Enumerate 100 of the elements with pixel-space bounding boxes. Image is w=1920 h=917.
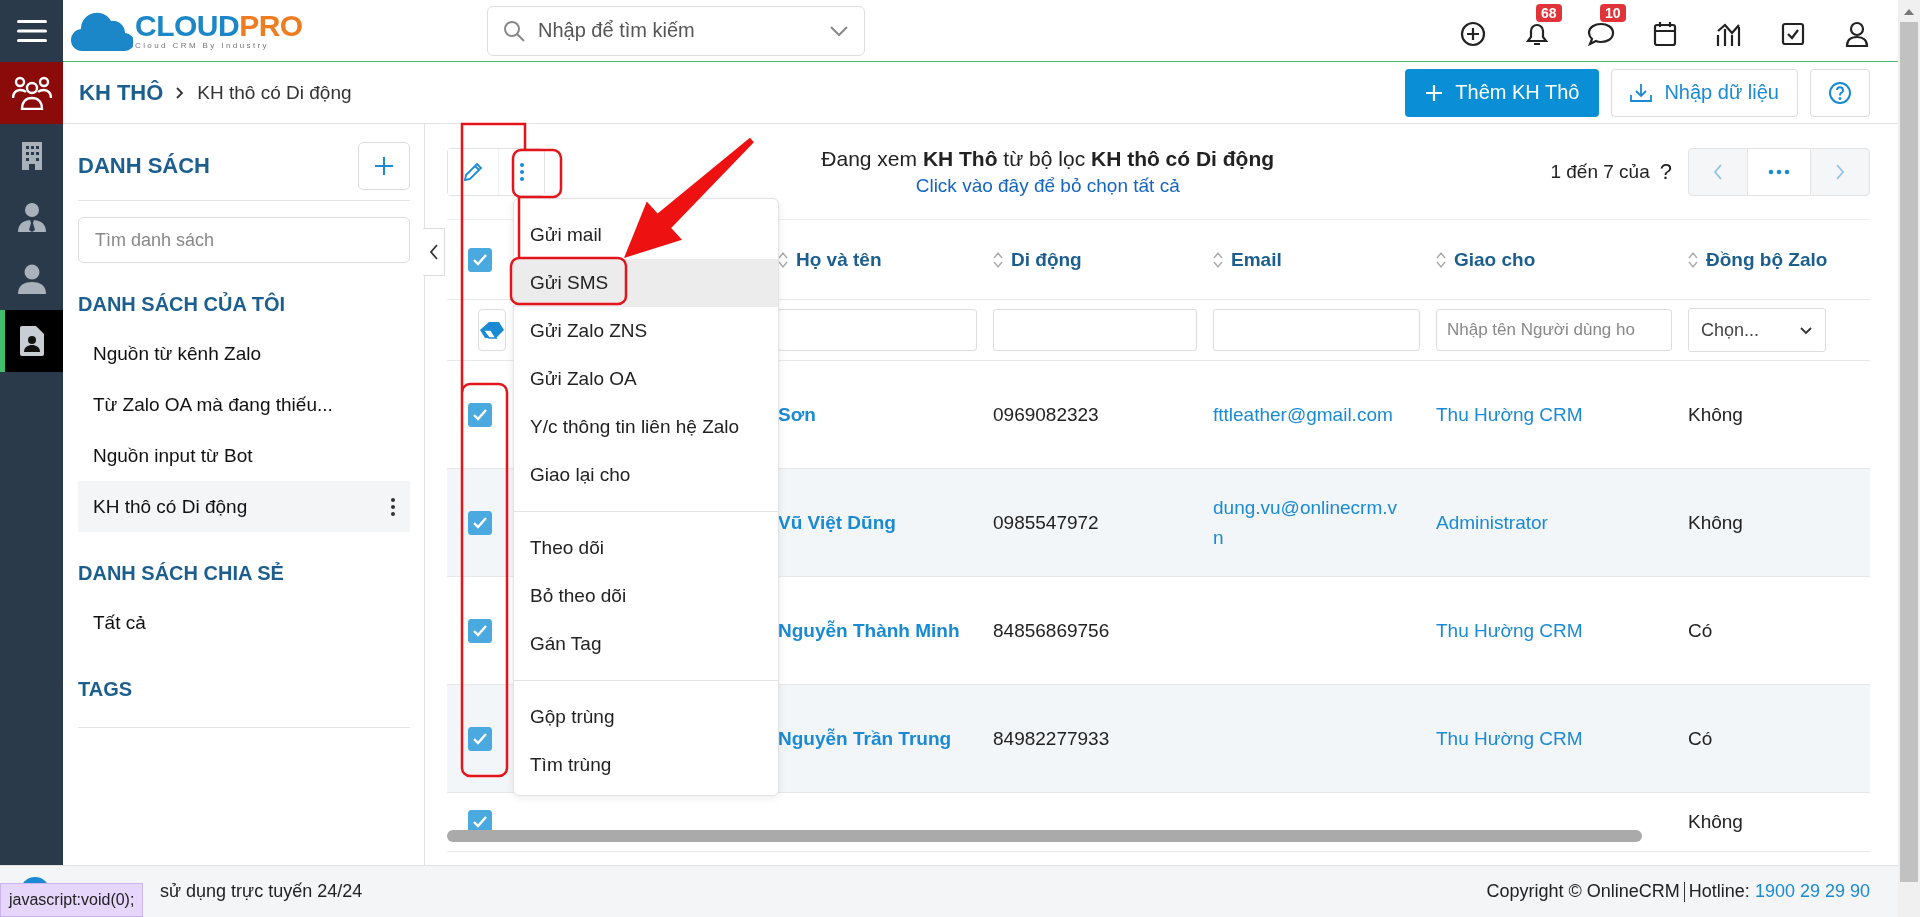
filter-field[interactable]	[778, 309, 977, 351]
breadcrumb-current: KH thô có Di động	[197, 81, 352, 104]
hotline-link[interactable]: 1900 29 29 90	[1754, 881, 1870, 902]
clear-selection-link[interactable]: Click vào đây để bỏ chọn tất cả	[915, 174, 1180, 197]
filter-field[interactable]: Nhập tên Người dùng ho	[1436, 309, 1672, 351]
sort-icon[interactable]	[993, 250, 1003, 269]
plus-circle-icon	[1460, 20, 1486, 47]
more-button[interactable]	[498, 148, 544, 195]
assignee-link[interactable]: Thu Hường CRM	[1436, 619, 1583, 642]
add-button[interactable]: Thêm KH Thô	[1405, 68, 1600, 117]
column-header[interactable]: Giao cho	[1454, 248, 1536, 271]
hotline-label: Hotline:	[1688, 881, 1750, 902]
list-item[interactable]: Tất cả	[78, 597, 410, 648]
import-button[interactable]: Nhập dữ liệu	[1611, 68, 1798, 117]
table-cell: Không	[1688, 403, 1743, 426]
page-range: 1 đến 7 của	[1550, 160, 1650, 183]
contact-card-icon	[19, 326, 44, 356]
menu-item[interactable]: Gửi SMS	[514, 259, 778, 307]
menu-item[interactable]: Gửi Zalo OA	[514, 355, 778, 403]
chevron-right-icon	[175, 85, 186, 100]
collapse-button[interactable]	[423, 228, 445, 276]
row-checkbox[interactable]	[467, 618, 492, 643]
menu-item[interactable]: Gửi mail	[514, 211, 778, 259]
rail-item[interactable]	[0, 310, 63, 372]
table-cell: Không	[1688, 511, 1743, 534]
add-list-button[interactable]	[358, 142, 410, 190]
sort-icon[interactable]	[1213, 250, 1223, 269]
assignee-link[interactable]: Thu Hường CRM	[1436, 727, 1583, 750]
name-link[interactable]: Nguyễn Thành Minh	[778, 619, 960, 642]
sort-icon[interactable]	[778, 250, 788, 269]
copyright-text: Copyright © OnlineCRM	[1486, 881, 1680, 902]
logo-wordmark: CLOUDPRO	[135, 11, 303, 41]
name-link[interactable]: Vũ Việt Dũng	[778, 511, 896, 534]
assignee-link[interactable]: Thu Hường CRM	[1436, 403, 1583, 426]
menu-item[interactable]: Tìm trùng	[514, 741, 778, 789]
chevron-right-icon	[1835, 162, 1845, 181]
sort-icon[interactable]	[1436, 250, 1446, 269]
chevron-left-icon	[1713, 162, 1723, 181]
menu-icon	[16, 19, 47, 43]
chevron-down-icon	[829, 24, 849, 37]
download-icon	[1630, 82, 1653, 103]
sort-icon[interactable]	[1688, 250, 1698, 269]
scroll-up-icon[interactable]	[1903, 8, 1915, 16]
column-header[interactable]: Di động	[1011, 248, 1082, 271]
pencil-icon	[463, 161, 483, 182]
search-icon	[503, 19, 525, 42]
count-badge: 10	[1600, 3, 1626, 22]
row-checkbox[interactable]	[467, 510, 492, 535]
row-checkbox[interactable]	[467, 402, 492, 427]
menu-item[interactable]: Gộp trùng	[514, 693, 778, 741]
logo-tagline: Cloud CRM By Industry	[135, 41, 270, 50]
select-all-checkbox[interactable]	[467, 247, 492, 272]
menu-item[interactable]: Y/c thông tin liên hệ Zalo	[514, 403, 778, 451]
chat-icon	[1587, 20, 1615, 47]
menu-item[interactable]: Theo dõi	[514, 524, 778, 572]
name-link[interactable]: Sơn	[778, 403, 816, 426]
user-icon	[1845, 20, 1869, 47]
email-link[interactable]: dung.vu@onlinecrm.vn	[1213, 492, 1398, 553]
filter-select[interactable]: Chọn...	[1688, 308, 1826, 352]
list-search-field[interactable]: Tìm danh sách	[78, 217, 410, 263]
menu-item[interactable]: Bỏ theo dõi	[514, 572, 778, 620]
section-heading: DANH SÁCH CỦA TÔI	[78, 293, 287, 316]
vertical-scrollbar[interactable]	[1898, 0, 1920, 917]
eraser-icon	[478, 320, 505, 340]
menu-item[interactable]: Giao lại cho	[514, 451, 778, 499]
column-header[interactable]: Email	[1231, 248, 1282, 271]
menu-item[interactable]: Gán Tag	[514, 620, 778, 668]
status-text: sử dụng trực tuyến 24/24	[160, 881, 363, 902]
checkmark-icon	[471, 515, 488, 530]
clear-filter-button[interactable]	[477, 309, 506, 351]
assignee-link[interactable]: Administrator	[1436, 511, 1548, 534]
list-item[interactable]: Nguồn input từ Bot	[78, 430, 410, 481]
chevron-down-icon	[1799, 325, 1813, 335]
help-button[interactable]	[1810, 68, 1870, 117]
row-checkbox[interactable]	[467, 726, 492, 751]
list-item[interactable]: Từ Zalo OA mà đang thiếu...	[78, 379, 410, 430]
column-header[interactable]: Đồng bộ Zalo	[1706, 248, 1828, 271]
email-link[interactable]: fttleather@gmail.com	[1213, 399, 1393, 430]
ellipsis-icon	[1768, 168, 1790, 175]
menu-item[interactable]: Gửi Zalo ZNS	[514, 307, 778, 355]
list-item[interactable]: KH thô có Di động	[78, 481, 410, 532]
horizontal-scrollbar[interactable]	[447, 830, 1642, 842]
breadcrumb-link[interactable]: KH THÔ	[79, 79, 164, 106]
kebab-icon	[518, 161, 525, 182]
checkmark-icon	[471, 731, 488, 746]
rail-item[interactable]	[0, 62, 63, 124]
building-icon	[20, 140, 43, 170]
highlight-frame	[511, 148, 563, 199]
businessman-icon	[17, 201, 46, 233]
list-heading: DANH SÁCH	[78, 153, 210, 179]
list-item[interactable]: Nguồn từ kênh Zalo	[78, 328, 410, 379]
filter-field[interactable]	[993, 309, 1197, 351]
search-field[interactable]: Nhập để tìm kiếm	[487, 5, 865, 56]
count-badge: 68	[1536, 3, 1562, 22]
person-icon	[17, 263, 46, 295]
filter-field[interactable]	[1213, 309, 1420, 351]
name-link[interactable]: Nguyễn Trần Trung	[778, 727, 952, 750]
checkmark-icon	[471, 252, 488, 267]
column-header[interactable]: Họ và tên	[796, 248, 882, 271]
separator	[1683, 881, 1685, 902]
